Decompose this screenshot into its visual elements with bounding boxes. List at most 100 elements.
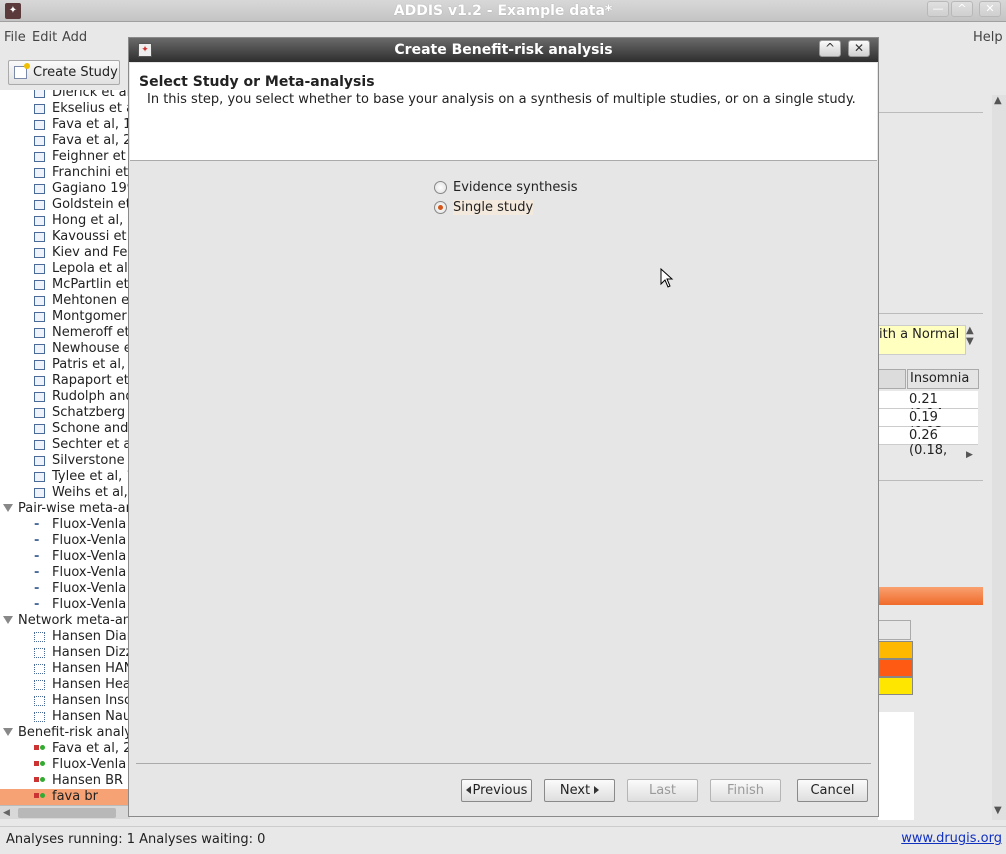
tree-item-label: Hansen BR — [52, 773, 124, 788]
tree-item-label: Benefit-risk analy — [18, 725, 130, 740]
arrow-right-icon — [594, 786, 600, 794]
analyses-status: Analyses running: 1 Analyses waiting: 0 — [6, 832, 266, 847]
study-icon — [34, 264, 45, 274]
study-icon — [34, 200, 45, 210]
navigation-tree: Dierick et al Ekselius et a Fava et al, 1 F… — [0, 90, 130, 805]
tree-item-label: Fluox-Venla — [52, 581, 127, 596]
study-icon — [34, 440, 45, 450]
tree-horizontal-scrollbar[interactable]: ◀ — [0, 805, 130, 819]
create-benefit-risk-dialog: ✦ Create Benefit-risk analysis ^ ✕ Selec… — [128, 37, 879, 817]
color-swatch — [878, 641, 913, 659]
tree-item-benefit-risk[interactable]: fava br — [0, 789, 130, 805]
tree-item-label: Montgomer — [52, 309, 127, 324]
dialog-title: Create Benefit-risk analysis — [394, 42, 613, 58]
radio-button-selected-icon[interactable] — [434, 201, 447, 214]
net-icon — [34, 712, 45, 722]
radio-label[interactable]: Single study — [453, 200, 534, 215]
study-icon — [34, 152, 45, 162]
menu-file[interactable]: File — [4, 30, 26, 45]
scroll-left-icon[interactable]: ◀ — [3, 808, 10, 818]
dialog-maximize-button[interactable]: ^ — [819, 40, 841, 57]
tree-item-label: Fava et al, 2 — [52, 741, 130, 756]
cancel-label: Cancel — [810, 783, 855, 798]
cancel-button[interactable]: Cancel — [797, 779, 868, 802]
color-swatch — [878, 677, 913, 695]
tree-item-label: Ekselius et a — [52, 101, 130, 116]
tree-item-label: Fluox-Venla — [52, 533, 127, 548]
table-header-cell — [878, 369, 906, 389]
table-row: 0.19 (0.12, — [878, 409, 978, 440]
last-button[interactable]: Last — [627, 779, 698, 802]
menu-add[interactable]: Add — [62, 30, 87, 45]
scroll-up-icon[interactable]: ▲ — [994, 95, 1002, 106]
expand-toggle-icon[interactable] — [3, 616, 13, 624]
tree-item-label: Feighner et — [52, 149, 126, 164]
close-window-button[interactable]: ✕ — [979, 1, 1001, 17]
net-icon — [34, 632, 45, 642]
tree-item-label: Mehtonen e — [52, 293, 130, 308]
study-icon — [34, 312, 45, 322]
tree-item-label: Dierick et al — [52, 90, 130, 100]
maximize-button[interactable]: ^ — [951, 1, 973, 17]
tree-item-label: Lepola et al, — [52, 261, 130, 276]
finish-button[interactable]: Finish — [710, 779, 781, 802]
study-icon — [34, 248, 45, 258]
net-icon — [34, 664, 45, 674]
tree-item-label: Hansen Nau — [52, 709, 130, 724]
scroll-thumb[interactable] — [18, 808, 116, 818]
tree-item-label: Fluox-Venla — [52, 757, 127, 772]
radio-button-icon[interactable] — [434, 181, 447, 194]
new-study-icon — [14, 63, 30, 79]
button-separator — [136, 763, 871, 764]
main-vertical-scrollbar[interactable]: ▲ ▼ — [992, 95, 1006, 820]
tree-item-label: Schone and — [52, 421, 129, 436]
study-icon — [34, 456, 45, 466]
measurement-table-header: Insomnia — [878, 369, 979, 389]
dialog-titlebar: ✦ Create Benefit-risk analysis ^ ✕ — [129, 38, 878, 62]
study-icon — [34, 216, 45, 226]
study-icon — [34, 136, 45, 146]
step-description: In this step, you select whether to base… — [147, 92, 856, 107]
create-study-button[interactable]: Create Study — [8, 60, 120, 85]
tree-item-label: Fluox-Venla — [52, 597, 127, 612]
background-button[interactable] — [878, 620, 911, 640]
expand-toggle-icon[interactable] — [3, 504, 13, 512]
br-icon — [34, 760, 45, 770]
tree-item-label: Hansen HAN — [52, 661, 130, 676]
expand-toggle-icon[interactable] — [3, 728, 13, 736]
table-row: 0.26 (0.18, — [878, 427, 978, 458]
next-label: Next — [559, 783, 591, 798]
study-icon — [34, 392, 45, 402]
tree-item-label: Hansen Insc — [52, 693, 130, 708]
drugis-link[interactable]: www.drugis.org — [901, 831, 1002, 846]
pw-icon — [34, 533, 45, 549]
next-button[interactable]: Next — [544, 779, 615, 802]
progress-bar — [878, 587, 983, 605]
br-icon — [34, 776, 45, 786]
dialog-close-button[interactable]: ✕ — [848, 40, 870, 57]
minimize-button[interactable]: — — [927, 1, 949, 17]
scroll-down-icon[interactable]: ▼ — [994, 805, 1002, 816]
table-scroll-right-icon[interactable]: ▶ — [966, 450, 973, 460]
menu-edit[interactable]: Edit — [32, 30, 57, 45]
note-scroll-icons[interactable]: ▲ ▼ — [966, 325, 980, 355]
previous-button[interactable]: Previous — [461, 779, 532, 802]
study-icon — [34, 296, 45, 306]
tree-item-label: Newhouse e — [52, 341, 130, 356]
study-icon — [34, 184, 45, 194]
menu-help[interactable]: Help — [973, 30, 1003, 45]
tree-item-label: Rudolph and — [52, 389, 130, 404]
study-icon — [34, 232, 45, 242]
create-study-label: Create Study — [33, 65, 118, 80]
tree-item-label: Fava et al, 1 — [52, 117, 130, 132]
radio-label[interactable]: Evidence synthesis — [453, 180, 577, 195]
study-icon — [34, 488, 45, 498]
tree-item-label: Fluox-Venla — [52, 517, 127, 532]
tree-item-label: Silverstone — [52, 453, 125, 468]
tree-item-label: Hong et al, 2 — [52, 213, 130, 228]
table-row: 0.21 (0.14, — [878, 391, 978, 422]
tree-item-label: Fluox-Venla — [52, 565, 127, 580]
study-icon — [34, 168, 45, 178]
pw-icon — [34, 597, 45, 613]
study-icon — [34, 376, 45, 386]
